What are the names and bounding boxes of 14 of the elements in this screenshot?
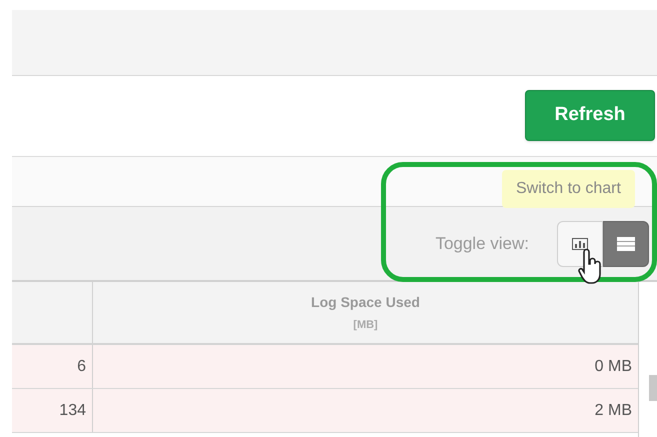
table-cell: 6 <box>12 345 93 388</box>
bar-chart-icon <box>572 238 588 250</box>
chart-view-button[interactable] <box>557 220 603 266</box>
scrollbar-thumb[interactable] <box>649 375 657 401</box>
column-header[interactable]: Log Space Used <box>311 292 420 313</box>
table-cell-text: 0 MB <box>594 356 633 376</box>
refresh-button[interactable]: Refresh <box>525 90 655 141</box>
table-view-button[interactable] <box>603 220 649 266</box>
table-cell: 134 <box>12 389 93 432</box>
table-cell-text: 2 MB <box>594 400 633 420</box>
tooltip: Switch to chart <box>502 170 635 208</box>
toggle-view-label: Toggle view: <box>435 232 529 255</box>
table-icon <box>617 236 635 250</box>
column-unit: [MB] <box>353 318 378 333</box>
